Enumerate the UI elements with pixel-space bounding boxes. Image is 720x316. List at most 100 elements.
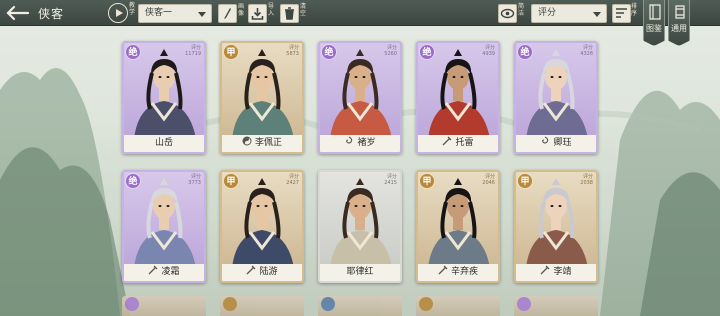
tutorial-play-button[interactable] (108, 3, 128, 23)
rank-badge: 甲 (517, 173, 533, 189)
import-icon (251, 8, 264, 20)
rank-badge (517, 297, 531, 311)
book-icon (649, 4, 661, 20)
sword-icon (438, 265, 448, 275)
character-name: 托雷 (455, 138, 474, 148)
score-value: 3773 (188, 180, 201, 186)
character-name: 耶律红 (346, 267, 374, 277)
general-tab[interactable]: 通用 (668, 0, 690, 46)
trash-icon (285, 7, 294, 20)
score-readout: 评分 2038 (580, 174, 593, 186)
rank-badge (321, 297, 335, 311)
score-readout: 评分 4939 (482, 45, 495, 57)
clear-button[interactable] (280, 4, 299, 23)
character-name: 辛弃疾 (450, 267, 478, 277)
sword-icon (247, 265, 256, 275)
card-peek[interactable] (318, 296, 402, 316)
character-card[interactable]: 绝 评分 11719 山岳 (122, 41, 206, 154)
import-button[interactable] (248, 4, 267, 23)
character-card[interactable]: 绝 评分 5260 褚岁 (318, 41, 402, 154)
character-card[interactable]: 绝 评分 3773 凌霜 (122, 170, 206, 283)
eye-icon (500, 8, 515, 19)
character-card[interactable]: 甲 评分 2046 辛弃疾 (416, 170, 500, 283)
character-name-bar: 辛弃疾 (418, 264, 498, 281)
character-card[interactable]: 甲 评分 2427 陆游 (220, 170, 304, 283)
atlas-tab-label: 图鉴 (646, 24, 662, 33)
character-name: 李佩正 (254, 138, 282, 148)
rank-badge: 绝 (517, 44, 533, 60)
rank-badge: 甲 (419, 173, 435, 189)
score-value: 2415 (384, 180, 397, 186)
portrait-brush-button[interactable] (218, 4, 237, 23)
rank-badge (125, 297, 139, 311)
sort-list-icon (616, 8, 627, 18)
character-name: 山岳 (154, 138, 173, 148)
score-readout: 评分 2427 (286, 174, 299, 186)
score-value: 2046 (482, 180, 495, 186)
character-name-bar: 李靖 (516, 264, 596, 281)
view-toggle-button[interactable] (498, 4, 517, 23)
score-readout: 评分 4328 (580, 45, 593, 57)
character-name-bar: 陆游 (222, 264, 302, 281)
score-value: 11719 (185, 51, 201, 57)
score-value: 4328 (580, 51, 593, 57)
atlas-tab[interactable]: 图鉴 (643, 0, 665, 46)
card-peek[interactable] (122, 296, 206, 316)
score-readout: 评分 5873 (286, 45, 299, 57)
character-name-bar: 凌霜 (124, 264, 204, 281)
character-name-bar: 山岳 (124, 135, 204, 152)
rank-badge (223, 297, 237, 311)
back-button[interactable] (4, 3, 30, 23)
score-readout: 评分 5260 (384, 45, 397, 57)
rank-badge (419, 297, 433, 311)
character-card[interactable]: 绝 评分 4939 托雷 (416, 41, 500, 154)
score-value: 2038 (580, 180, 593, 186)
score-readout: 评分 2415 (384, 174, 397, 186)
scroll-icon (675, 5, 685, 19)
score-readout: 评分 11719 (185, 45, 201, 57)
character-name: 褚岁 (357, 138, 376, 148)
rank-badge: 绝 (125, 44, 141, 60)
sort-order-button[interactable] (612, 4, 631, 23)
clear-label: 清空 (300, 3, 307, 17)
character-name: 陆游 (259, 267, 278, 277)
chevron-down-icon (593, 12, 601, 17)
character-filter-select[interactable]: 侠客一 (138, 4, 212, 23)
character-name: 李靖 (553, 267, 572, 277)
character-card[interactable]: 绝 评分 4328 卿珏 (514, 41, 598, 154)
rank-badge: 甲 (223, 44, 239, 60)
sort-label: 排序 (631, 3, 638, 17)
score-readout: 评分 3773 (188, 174, 201, 186)
chevron-down-icon (198, 12, 206, 17)
swirl-icon (346, 136, 353, 144)
card-peek[interactable] (416, 296, 500, 316)
character-name-bar: 耶律红 (320, 264, 400, 281)
sword-icon (149, 265, 158, 275)
character-card[interactable]: 评分 2415 耶律红 (318, 170, 402, 283)
character-card[interactable]: 甲 评分 5873 李佩正 (220, 41, 304, 154)
character-name-bar: 李佩正 (222, 135, 302, 152)
card-peek[interactable] (220, 296, 304, 316)
character-name-bar: 褚岁 (320, 135, 400, 152)
sort-select[interactable]: 评分 (531, 4, 607, 23)
yin-yang-icon (242, 136, 252, 146)
sort-value: 评分 (538, 8, 557, 18)
back-arrow-icon (6, 5, 30, 21)
page-title: 侠客 (38, 7, 65, 21)
character-name: 凌霜 (161, 267, 180, 277)
brush-icon (224, 8, 231, 19)
view-label: 简洁 (518, 3, 525, 17)
portrait-label: 画像 (238, 3, 245, 17)
character-card[interactable]: 甲 评分 2038 李靖 (514, 170, 598, 283)
character-name-bar: 托雷 (418, 135, 498, 152)
score-value: 5873 (286, 51, 299, 57)
score-value: 2427 (286, 180, 299, 186)
import-label: 导入 (268, 3, 275, 17)
sword-icon (443, 136, 452, 146)
character-name: 卿珏 (553, 138, 572, 148)
character-portrait (330, 178, 392, 268)
rank-badge: 绝 (125, 173, 141, 189)
card-peek[interactable] (514, 296, 598, 316)
rank-badge: 绝 (321, 44, 337, 60)
general-tab-label: 通用 (671, 24, 687, 33)
